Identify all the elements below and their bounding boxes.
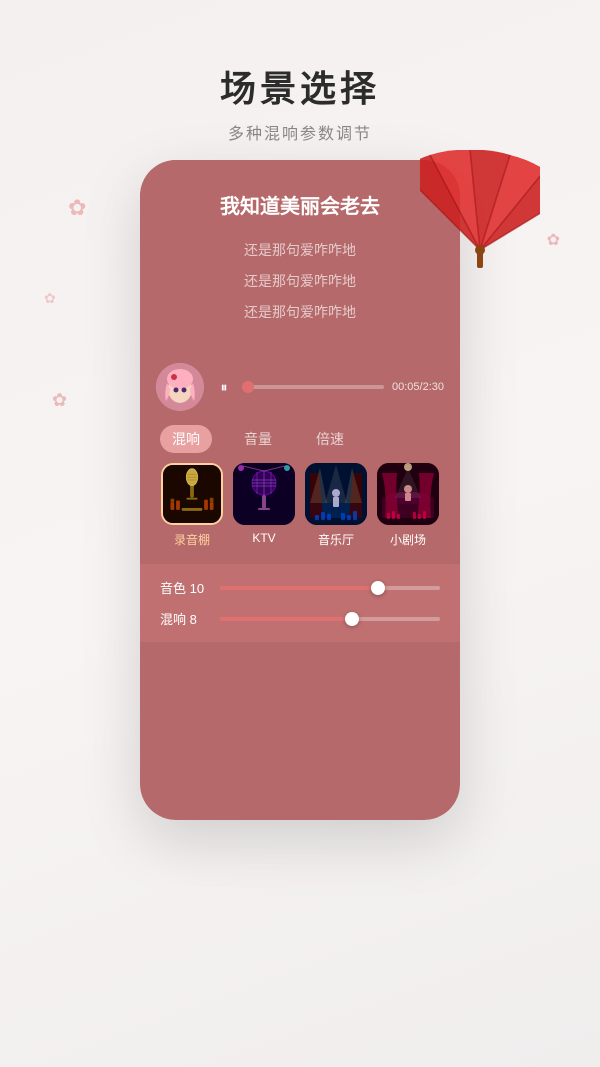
scene-recording-studio[interactable]: 录音棚	[161, 463, 223, 548]
scene-recording-thumb	[161, 463, 223, 525]
reverb-fill	[220, 617, 352, 621]
playback-row: ⏸ 00:05/2:30	[214, 377, 444, 397]
tone-row: 音色 10	[160, 578, 440, 597]
tab-volume[interactable]: 音量	[232, 425, 284, 453]
progress-bar[interactable]	[242, 385, 384, 389]
lyrics-sub-lines: 还是那句爱咋咋地 还是那句爱咋咋地 还是那句爱咋咋地	[160, 235, 440, 327]
pause-button[interactable]: ⏸	[214, 377, 234, 397]
scene-music-hall-thumb	[305, 463, 367, 525]
fan-decoration	[420, 150, 540, 270]
scene-recording-label: 录音棚	[174, 531, 210, 548]
page-title: 场景选择	[0, 60, 600, 112]
tone-slider[interactable]	[220, 586, 440, 590]
scene-ktv[interactable]: KTV	[233, 463, 295, 548]
lyrics-line-3: 还是那句爱咋咋地	[160, 297, 440, 328]
tab-speed[interactable]: 倍速	[304, 425, 356, 453]
reverb-slider[interactable]	[220, 617, 440, 621]
reverb-thumb	[345, 612, 359, 626]
sakura-decoration-3: ✿	[52, 390, 67, 411]
phone-frame: 我知道美丽会老去 还是那句爱咋咋地 还是那句爱咋咋地 还是那句爱咋咋地	[140, 160, 460, 820]
lyrics-area: 我知道美丽会老去 还是那句爱咋咋地 还是那句爱咋咋地 还是那句爱咋咋地	[140, 160, 460, 347]
sakura-decoration-4: ✿	[44, 290, 56, 307]
scene-theater[interactable]: 小剧场	[377, 463, 439, 548]
player-progress-area: ⏸ 00:05/2:30	[214, 377, 444, 397]
scene-theater-label: 小剧场	[390, 531, 426, 548]
lyrics-line-2: 还是那句爱咋咋地	[160, 266, 440, 297]
player-controls-area: ⏸ 00:05/2:30	[140, 347, 460, 411]
scene-music-hall[interactable]: 音乐厅	[305, 463, 367, 548]
time-display: 00:05/2:30	[392, 381, 444, 393]
eq-area: 音色 10 混响 8	[140, 564, 460, 642]
tone-thumb	[371, 581, 385, 595]
tone-fill	[220, 586, 378, 590]
tab-bar: 混响 音量 倍速	[140, 411, 460, 463]
sakura-decoration-2: ✿	[547, 230, 560, 250]
sakura-decoration-1: ✿	[68, 195, 86, 221]
page-header: 场景选择 多种混响参数调节	[0, 0, 600, 154]
reverb-label: 混响 8	[160, 609, 210, 628]
scenes-area: 录音棚	[140, 463, 460, 564]
scene-ktv-label: KTV	[252, 531, 275, 545]
tab-reverb[interactable]: 混响	[160, 425, 212, 453]
player-avatar	[156, 363, 204, 411]
lyrics-line-1: 还是那句爱咋咋地	[160, 235, 440, 266]
tone-label: 音色 10	[160, 578, 210, 597]
phone-screen: 我知道美丽会老去 还是那句爱咋咋地 还是那句爱咋咋地 还是那句爱咋咋地	[140, 160, 460, 820]
lyrics-main-line: 我知道美丽会老去	[160, 190, 440, 219]
scene-theater-thumb	[377, 463, 439, 525]
page-subtitle: 多种混响参数调节	[0, 120, 600, 144]
progress-thumb	[242, 381, 254, 393]
reverb-row: 混响 8	[160, 609, 440, 628]
scene-ktv-thumb	[233, 463, 295, 525]
scene-music-hall-label: 音乐厅	[318, 531, 354, 548]
